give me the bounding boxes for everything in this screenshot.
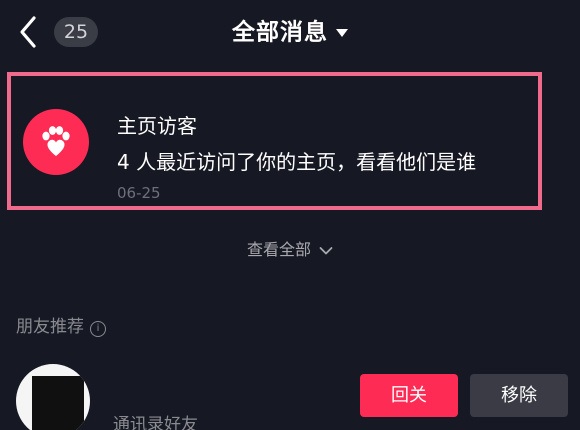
- caret-down-icon: [336, 28, 348, 37]
- friends-section-title: 朋友推荐 i: [16, 312, 106, 337]
- view-all-label: 查看全部: [246, 240, 311, 259]
- friend-avatar[interactable]: [16, 364, 90, 430]
- notification-body: 4 人最近访问了你的主页，看看他们是谁: [117, 150, 477, 174]
- info-icon[interactable]: i: [90, 321, 106, 337]
- view-all-button[interactable]: 查看全部: [0, 236, 580, 260]
- page-title: 全部消息: [232, 19, 328, 46]
- chevron-down-icon: [319, 246, 333, 254]
- notification-avatar: [23, 109, 89, 175]
- follow-back-button[interactable]: 回关: [360, 374, 458, 417]
- avatar-redaction: [32, 376, 84, 430]
- remove-button[interactable]: 移除: [470, 374, 568, 417]
- notification-title: 主页访客: [117, 114, 197, 138]
- profile-visitors-notification[interactable]: 主页访客 4 人最近访问了你的主页，看看他们是谁 06-25: [7, 72, 542, 210]
- messages-screen: 25 全部消息 主页访客 4 人最近访问了你的主页，看看他们是谁 06-25 查…: [0, 0, 580, 430]
- paw-heart-icon: [42, 126, 70, 156]
- notification-date: 06-25: [117, 184, 161, 202]
- section-title-label: 朋友推荐: [16, 317, 84, 337]
- header: 25 全部消息: [0, 0, 580, 64]
- message-filter-dropdown[interactable]: 全部消息: [0, 14, 580, 50]
- friend-suggestion-row: 通讯录好友 回关 移除: [0, 360, 580, 430]
- friend-subtitle: 通讯录好友: [113, 415, 198, 430]
